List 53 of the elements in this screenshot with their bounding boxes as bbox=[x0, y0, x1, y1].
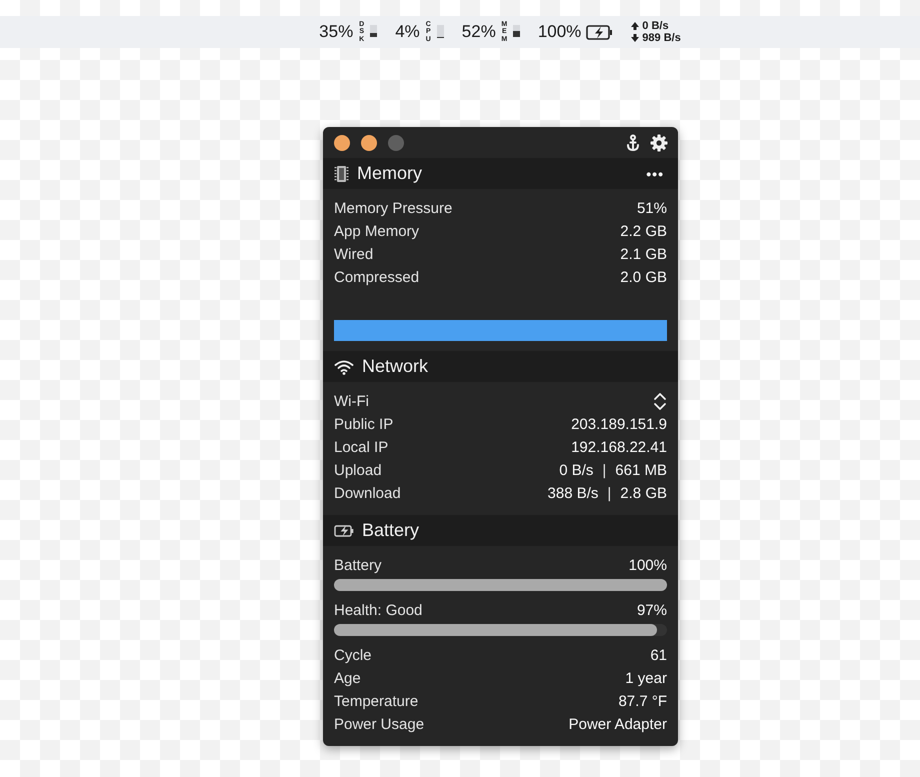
meter-value: 100% bbox=[628, 557, 667, 574]
battery-percent: 100% bbox=[538, 22, 582, 42]
meter-value: 97% bbox=[636, 602, 667, 619]
stat-value: 2.2 GB bbox=[620, 223, 667, 240]
section-title: Network bbox=[362, 356, 428, 377]
download-speed: 989 B/s bbox=[642, 32, 681, 44]
meter-label: Battery bbox=[334, 557, 382, 574]
interface-label: Wi-Fi bbox=[334, 393, 369, 410]
download-arrow-icon bbox=[631, 34, 640, 42]
stat-label: Cycle bbox=[334, 647, 372, 664]
meter-label: Health: Good bbox=[334, 602, 422, 619]
usage-percent: 35% bbox=[319, 22, 354, 42]
usage-percent: 52% bbox=[462, 22, 496, 42]
stat-label: Compressed bbox=[334, 269, 420, 286]
transfer-total: 661 MB bbox=[615, 462, 667, 479]
stat-label: Power Usage bbox=[334, 716, 424, 733]
more-menu[interactable]: ••• bbox=[646, 166, 664, 182]
up-down-chevron-icon[interactable] bbox=[653, 392, 667, 411]
stat-value: 87.7 °F bbox=[618, 693, 667, 710]
anchor-icon bbox=[625, 134, 641, 152]
stat-label: App Memory bbox=[334, 223, 420, 240]
stat-value: 2.1 GB bbox=[620, 246, 667, 263]
memory-chip-icon bbox=[334, 164, 349, 182]
stat-label: Wired bbox=[334, 246, 374, 263]
stat-label: Age bbox=[334, 670, 361, 687]
upload-speed: 0 B/s bbox=[642, 20, 669, 32]
stat-label: Download bbox=[334, 485, 401, 502]
separator: | bbox=[602, 462, 606, 479]
separator: | bbox=[607, 485, 612, 502]
settings-icon bbox=[650, 134, 668, 152]
stat-value: 51% bbox=[636, 200, 667, 217]
stat-value: 192.168.22.41 bbox=[571, 439, 667, 456]
stat-value: 203.189.151.9 bbox=[571, 416, 667, 433]
charging-battery-icon bbox=[334, 524, 354, 538]
usage-percent: 4% bbox=[395, 22, 420, 42]
section-title: Memory bbox=[357, 163, 422, 184]
transfer-total: 2.8 GB bbox=[620, 485, 667, 502]
stat-value: 1 year bbox=[625, 670, 667, 687]
stat-value: 2.0 GB bbox=[620, 269, 667, 286]
stat-label: Temperature bbox=[334, 693, 418, 710]
upload-arrow-icon bbox=[631, 22, 640, 30]
window-button[interactable] bbox=[361, 134, 377, 150]
stat-label: Local IP bbox=[334, 439, 388, 456]
stat-label: Upload bbox=[334, 462, 382, 479]
wifi-icon bbox=[334, 358, 354, 374]
stat-value: 61 bbox=[650, 647, 667, 664]
section-title: Battery bbox=[362, 520, 420, 541]
stat-label: Memory Pressure bbox=[334, 200, 452, 217]
transfer-rate: 388 B/s bbox=[548, 485, 598, 502]
window-button[interactable] bbox=[334, 134, 350, 150]
stat-value: Power Adapter bbox=[568, 716, 667, 733]
stat-label: Public IP bbox=[334, 416, 394, 433]
transfer-rate: 0 B/s bbox=[559, 462, 594, 479]
